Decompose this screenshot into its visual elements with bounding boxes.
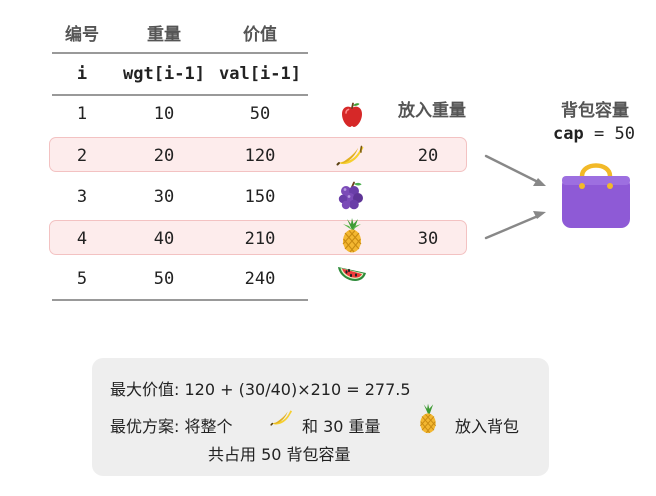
summary-max-value: 最大价值: 120 + (30/40)×210 = 277.5	[110, 380, 411, 399]
header-code-wgt: wgt[i-1]	[123, 64, 205, 84]
summary-plan-middle: 和 30 重量	[302, 417, 381, 436]
row-2-weight: 20	[153, 146, 175, 166]
cap-value: 50	[614, 124, 635, 144]
row-5-weight: 50	[153, 269, 175, 289]
row-4-weight: 40	[153, 229, 175, 249]
pineapple-icon	[342, 218, 362, 253]
apple-icon	[342, 102, 362, 127]
row-3-value: 150	[244, 187, 276, 207]
arrow-from-row-4	[484, 214, 540, 240]
row-2-put-weight: 20	[417, 146, 439, 166]
header-code-i: i	[76, 64, 88, 84]
summary-pineapple-icon	[419, 403, 437, 434]
arrow-from-row-2	[484, 154, 540, 184]
header-code-val: val[i-1]	[219, 64, 301, 84]
row-1-index: 1	[76, 104, 88, 124]
grapes-icon	[338, 181, 363, 210]
row-2-value: 120	[244, 146, 276, 166]
summary-plan-suffix: 放入背包	[455, 417, 520, 436]
row-4-value: 210	[244, 229, 276, 249]
row-1-weight: 10	[153, 104, 175, 124]
arrows	[484, 154, 546, 240]
fractional-knapsack-diagram: 编号 重量 价值 i wgt[i-1] val[i-1] 1 10 50 2 2…	[0, 0, 656, 496]
row-2-index: 2	[76, 146, 88, 166]
table-rule-mid	[52, 94, 308, 96]
header-index: 编号	[65, 25, 99, 45]
row-4-index: 4	[76, 229, 88, 249]
row-4-put-weight: 30	[417, 229, 439, 249]
row-3-index: 3	[76, 187, 88, 207]
table-rule-bottom	[52, 299, 308, 301]
handbag-icon	[562, 163, 630, 228]
header-weight: 重量	[147, 25, 181, 45]
summary-banana-icon	[270, 410, 292, 426]
watermelon-icon	[338, 267, 366, 281]
summary-capacity-used: 共占用 50 背包容量	[208, 445, 351, 464]
row-5-index: 5	[76, 269, 88, 289]
put-weight-label: 放入重量	[398, 101, 466, 121]
bag-capacity-label: 背包容量	[561, 101, 629, 121]
table-rule-top	[52, 52, 308, 54]
header-value: 价值	[243, 25, 277, 45]
row-5-value: 240	[244, 269, 276, 289]
cap-variable: cap	[553, 124, 584, 144]
bag-capacity-expr: cap = 50	[538, 124, 650, 144]
banana-icon	[336, 145, 364, 166]
row-1-value: 50	[249, 104, 271, 124]
row-3-weight: 30	[153, 187, 175, 207]
cap-equals: =	[593, 124, 605, 144]
summary-plan-prefix: 最优方案: 将整个	[110, 417, 233, 436]
